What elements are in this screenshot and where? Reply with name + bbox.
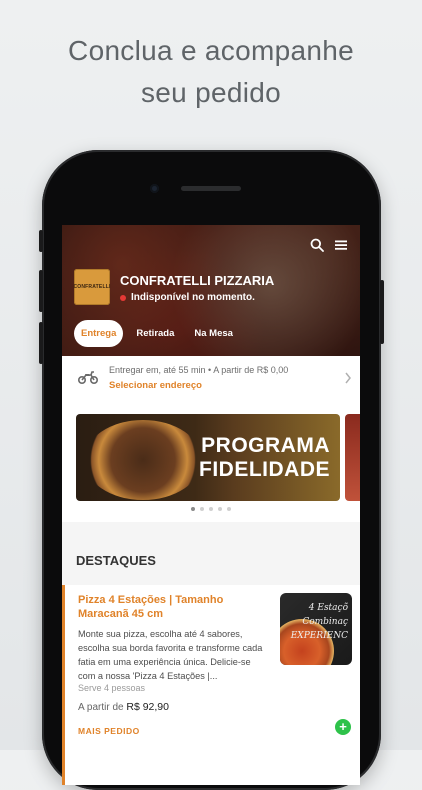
search-icon[interactable] (310, 238, 324, 257)
app-screen: CONFRATELLI CONFRATELLI PIZZARIA Indispo… (62, 225, 360, 785)
banner-line-1: PROGRAMA (201, 434, 330, 457)
phone-frame: CONFRATELLI CONFRATELLI PIZZARIA Indispo… (39, 150, 384, 790)
headline-line-1: Conclua e acompanhe (68, 35, 354, 66)
tab-retirada[interactable]: Retirada (129, 320, 181, 347)
select-address-link[interactable]: Selecionar endereço (109, 380, 202, 391)
banner-text: PROGRAMA FIDELIDADE (199, 434, 330, 482)
product-image-text-3: EXPERIENC (290, 631, 348, 641)
menu-icon[interactable] (334, 238, 348, 257)
store-logo-text: CONFRATELLI (73, 284, 111, 290)
motorcycle-icon (77, 370, 99, 389)
product-serves: Serve 4 pessoas (78, 683, 146, 693)
store-name: CONFRATELLI PIZZARIA (120, 273, 275, 288)
order-type-tabs: Entrega Retirada Na Mesa (74, 320, 240, 347)
product-image: 4 Estaçõ Combinaç EXPERIENC (280, 593, 352, 665)
earpiece-speaker (181, 186, 241, 191)
product-price-row: A partir de R$ 92,90 (78, 701, 169, 713)
store-logo: CONFRATELLI (73, 269, 111, 305)
product-title: Pizza 4 Estações | Tamanho Maracanã 45 c… (78, 594, 224, 620)
header-actions (310, 238, 348, 257)
product-price-prefix: A partir de (78, 702, 124, 713)
banner-pizza-image (84, 420, 202, 500)
carousel-dot[interactable] (200, 507, 204, 511)
volume-down-button (39, 322, 43, 364)
product-description: Monte sua pizza, escolha até 4 sabores, … (78, 629, 263, 681)
product-price: R$ 92,90 (126, 701, 169, 713)
headline: Conclua e acompanhe seu pedido (0, 30, 422, 114)
delivery-address-row[interactable]: Entregar em, até 55 min • A partir de R$… (62, 356, 360, 401)
most-ordered-badge: MAIS PEDIDO (78, 726, 140, 736)
chevron-right-icon (344, 371, 352, 389)
mute-switch (39, 230, 43, 252)
promo-carousel: PROGRAMA FIDELIDADE (62, 400, 360, 522)
product-image-text: 4 Estaçõ Combinaç EXPERIENC (291, 601, 348, 643)
carousel-dots (62, 507, 360, 511)
product-image-text-2: Combinaç (302, 617, 348, 627)
power-button (380, 280, 384, 344)
headline-line-2: seu pedido (140, 77, 281, 108)
banner-line-2: FIDELIDADE (199, 458, 330, 481)
store-status-text: Indisponível no momento. (131, 292, 255, 303)
carousel-dot[interactable] (191, 507, 195, 511)
tab-na-mesa[interactable]: Na Mesa (187, 320, 240, 347)
store-status: Indisponível no momento. (120, 292, 255, 303)
carousel-dot[interactable] (209, 507, 213, 511)
promo-banner-fidelidade[interactable]: PROGRAMA FIDELIDADE (76, 414, 340, 501)
store-header: CONFRATELLI CONFRATELLI PIZZARIA Indispo… (62, 225, 360, 356)
volume-up-button (39, 270, 43, 312)
delivery-info: Entregar em, até 55 min • A partir de R$… (109, 365, 289, 375)
product-card[interactable]: Pizza 4 Estações | Tamanho Maracanã 45 c… (62, 585, 360, 785)
front-camera (150, 184, 159, 193)
add-to-cart-button[interactable]: + (335, 719, 351, 735)
product-image-text-1: 4 Estaçõ (308, 603, 348, 613)
tab-entrega[interactable]: Entrega (74, 320, 124, 347)
promo-banner-next[interactable] (345, 414, 360, 501)
section-title-destaques: DESTAQUES (76, 553, 156, 568)
status-dot-icon (120, 294, 126, 301)
carousel-dot[interactable] (227, 507, 231, 511)
carousel-dot[interactable] (218, 507, 222, 511)
